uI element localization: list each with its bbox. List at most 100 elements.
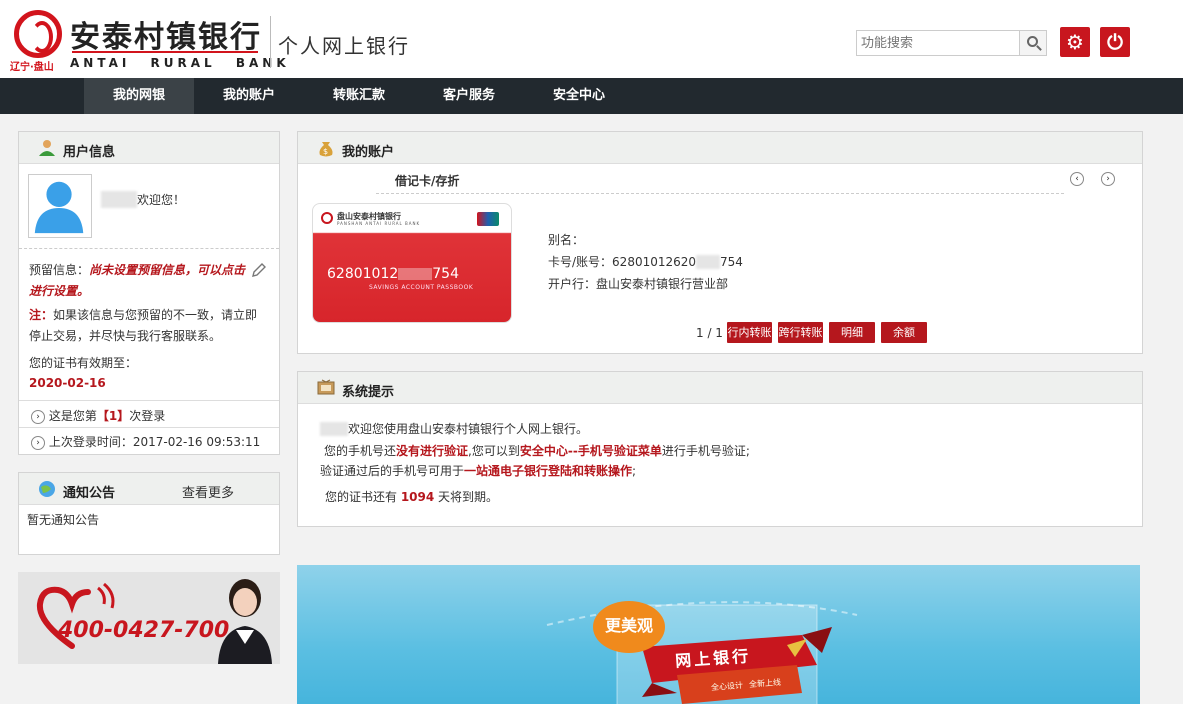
card-number-mask (398, 268, 433, 280)
nav-security-center[interactable]: 安全中心 (524, 78, 634, 114)
svg-text:$: $ (323, 147, 328, 156)
bank-logo-icon (14, 10, 62, 58)
system-line-3: 验证通过后的手机号可用于一站通电子银行登陆和转账操作; (320, 462, 636, 479)
account-number-label: 卡号/账号： (548, 255, 613, 269)
account-alias: 别名： (548, 231, 584, 248)
notice-header: 通知公告 查看更多 (19, 473, 279, 505)
nav-my-ebank[interactable]: 我的网银 (84, 78, 194, 114)
line3-b: 一站通电子银行登陆和转账操作 (464, 464, 633, 478)
line2-c: ,您可以到 (468, 444, 520, 458)
login-count: 【1】 (96, 409, 130, 423)
user-info-title: 用户信息 (63, 145, 116, 160)
notice-title: 通知公告 (63, 486, 116, 501)
header: 辽宁·盘山 安泰村镇银行 ANTAI RURAL BANK 个人网上银行 ⚙ ⏻ (0, 0, 1183, 78)
reserved-label: 预留信息： (29, 263, 90, 277)
system-line-1: xx欢迎您使用盘山安泰村镇银行个人网上银行。 (320, 420, 588, 437)
system-line-4: 您的证书还有 1094 天将到期。 (325, 488, 498, 505)
account-number-suffix: 754 (720, 255, 743, 269)
cert-date: 2020-02-16 (29, 376, 106, 390)
promo-sub-1: 全心设计 (710, 680, 744, 693)
nav-my-account[interactable]: 我的账户 (194, 78, 304, 114)
line2-a: 您的手机号还 (324, 444, 397, 458)
function-search-input[interactable] (856, 30, 1020, 56)
search-button[interactable] (1019, 30, 1047, 56)
nav-customer-service[interactable]: 客户服务 (414, 78, 524, 114)
promo-tag: 更美观 (593, 601, 665, 653)
user-info-panel: 用户信息 用户名欢迎您！ 预留信息：尚未设置预留信息，可以点击进行设置。 注：如… (18, 131, 280, 455)
system-tips-title: 系统提示 (342, 385, 395, 400)
my-account-header: $ 我的账户 (298, 132, 1142, 164)
line3-a: 验证通过后的手机号可用于 (320, 464, 465, 478)
hotline-banner[interactable]: 400-0427-700 (18, 572, 280, 664)
user-info-header: 用户信息 (19, 132, 279, 164)
unionpay-icon (477, 212, 499, 226)
divider (19, 400, 279, 401)
prev-arrow-icon[interactable]: ‹ (1070, 172, 1084, 186)
system-tips-header: 系统提示 (298, 372, 1142, 404)
line4-a: 您的证书还有 (325, 490, 401, 504)
main-nav: 我的网银 我的账户 转账汇款 客户服务 安全中心 (0, 78, 1183, 114)
bank-name-en: ANTAI RURAL BANK (70, 56, 290, 70)
login-count-row: › 这是您第【1】次登录 (31, 407, 165, 424)
avatar (28, 174, 92, 238)
card-number-prefix: 62801012 (327, 266, 399, 282)
chevron-right-icon: › (31, 435, 45, 450)
inter-bank-transfer-button[interactable]: 跨行转账 (778, 322, 823, 343)
page-subtitle: 个人网上银行 (278, 34, 410, 58)
line2-e: 进行手机号验证; (661, 444, 750, 458)
line2-b: 没有进行验证 (396, 444, 469, 458)
promo-banner[interactable]: 更美观 网上银行 全心设计 全新上线 (297, 565, 1140, 704)
money-bag-icon: $ (319, 142, 333, 157)
account-branch: 开户行：盘山安泰村镇银行营业部 (548, 275, 728, 292)
last-login-time: 上次登录时间：2017-02-16 09:53:11 (48, 435, 261, 449)
branch-name: 盘山安泰村镇银行营业部 (596, 277, 729, 291)
welcome-label: 欢迎您！ (137, 193, 186, 207)
search-icon-handle (1036, 45, 1042, 51)
next-arrow-icon[interactable]: › (1101, 172, 1115, 186)
gear-icon: ⚙ (1066, 30, 1084, 54)
security-center-link[interactable]: 安全中心--手机号验证菜单 (520, 444, 662, 458)
line4-c: 天将到期。 (434, 490, 499, 504)
balance-button[interactable]: 余额 (881, 322, 927, 343)
bank-name-cn: 安泰村镇银行 (70, 20, 262, 55)
notice-empty-text: 暂无通知公告 (27, 513, 100, 527)
account-number: 卡号/账号：62801012620xx754 (548, 253, 743, 270)
security-note: 注：如果该信息与您预留的不一致，请立即停止交易，并尽快与我行客服联系。 (29, 305, 264, 347)
user-icon (39, 140, 55, 156)
customer-service-avatar (218, 579, 272, 664)
logo-underline (72, 51, 258, 53)
notice-more-link[interactable]: 查看更多 (182, 482, 234, 501)
card-logo-icon (321, 212, 333, 224)
divider (19, 248, 279, 249)
alias-label: 别名： (548, 233, 585, 247)
settings-button[interactable]: ⚙ (1060, 27, 1090, 57)
monitor-icon (317, 379, 335, 395)
card-number: 62801012 754 (327, 266, 459, 282)
promo-sub-2: 全新上线 (748, 677, 782, 690)
system-line-2: 您的手机号还没有进行验证,您可以到安全中心--手机号验证菜单进行手机号验证; (324, 442, 750, 459)
intra-bank-transfer-button[interactable]: 行内转账 (727, 322, 772, 343)
cert-label: 您的证书有效期至： (29, 356, 138, 370)
nav-transfer[interactable]: 转账汇款 (304, 78, 414, 114)
card-number-suffix: 754 (432, 266, 459, 282)
tab-debit-card[interactable]: 借记卡/存折 (395, 172, 459, 189)
card-bank-name-en: PANSHAN ANTAI RURAL BANK (337, 221, 421, 226)
account-number-mask: xx (696, 255, 721, 269)
account-number-prefix: 62801012620 (612, 255, 697, 269)
bank-card-image[interactable]: 盘山安泰村镇银行 PANSHAN ANTAI RURAL BANK 628010… (312, 203, 512, 323)
reserved-info: 预留信息：尚未设置预留信息，可以点击进行设置。 (29, 260, 251, 302)
note-label: 注： (29, 308, 54, 322)
masked-username: xx (320, 422, 348, 436)
last-login-row: › 上次登录时间：2017-02-16 09:53:11 (31, 433, 260, 450)
logout-button[interactable]: ⏻ (1100, 27, 1130, 57)
details-button[interactable]: 明细 (829, 322, 875, 343)
tab-divider (376, 193, 1064, 194)
cert-days-remaining: 1094 (400, 490, 435, 504)
branch-label: 开户行： (548, 277, 597, 291)
system-line-1-text: 欢迎您使用盘山安泰村镇银行个人网上银行。 (348, 422, 589, 436)
welcome-text: 用户名欢迎您！ (101, 191, 185, 208)
edit-pencil-icon[interactable] (251, 262, 267, 278)
card-pager: 1 / 1 (696, 326, 723, 340)
line3-c: ; (632, 464, 637, 478)
system-tips-panel: 系统提示 xx欢迎您使用盘山安泰村镇银行个人网上银行。 您的手机号还没有进行验证… (297, 371, 1143, 527)
